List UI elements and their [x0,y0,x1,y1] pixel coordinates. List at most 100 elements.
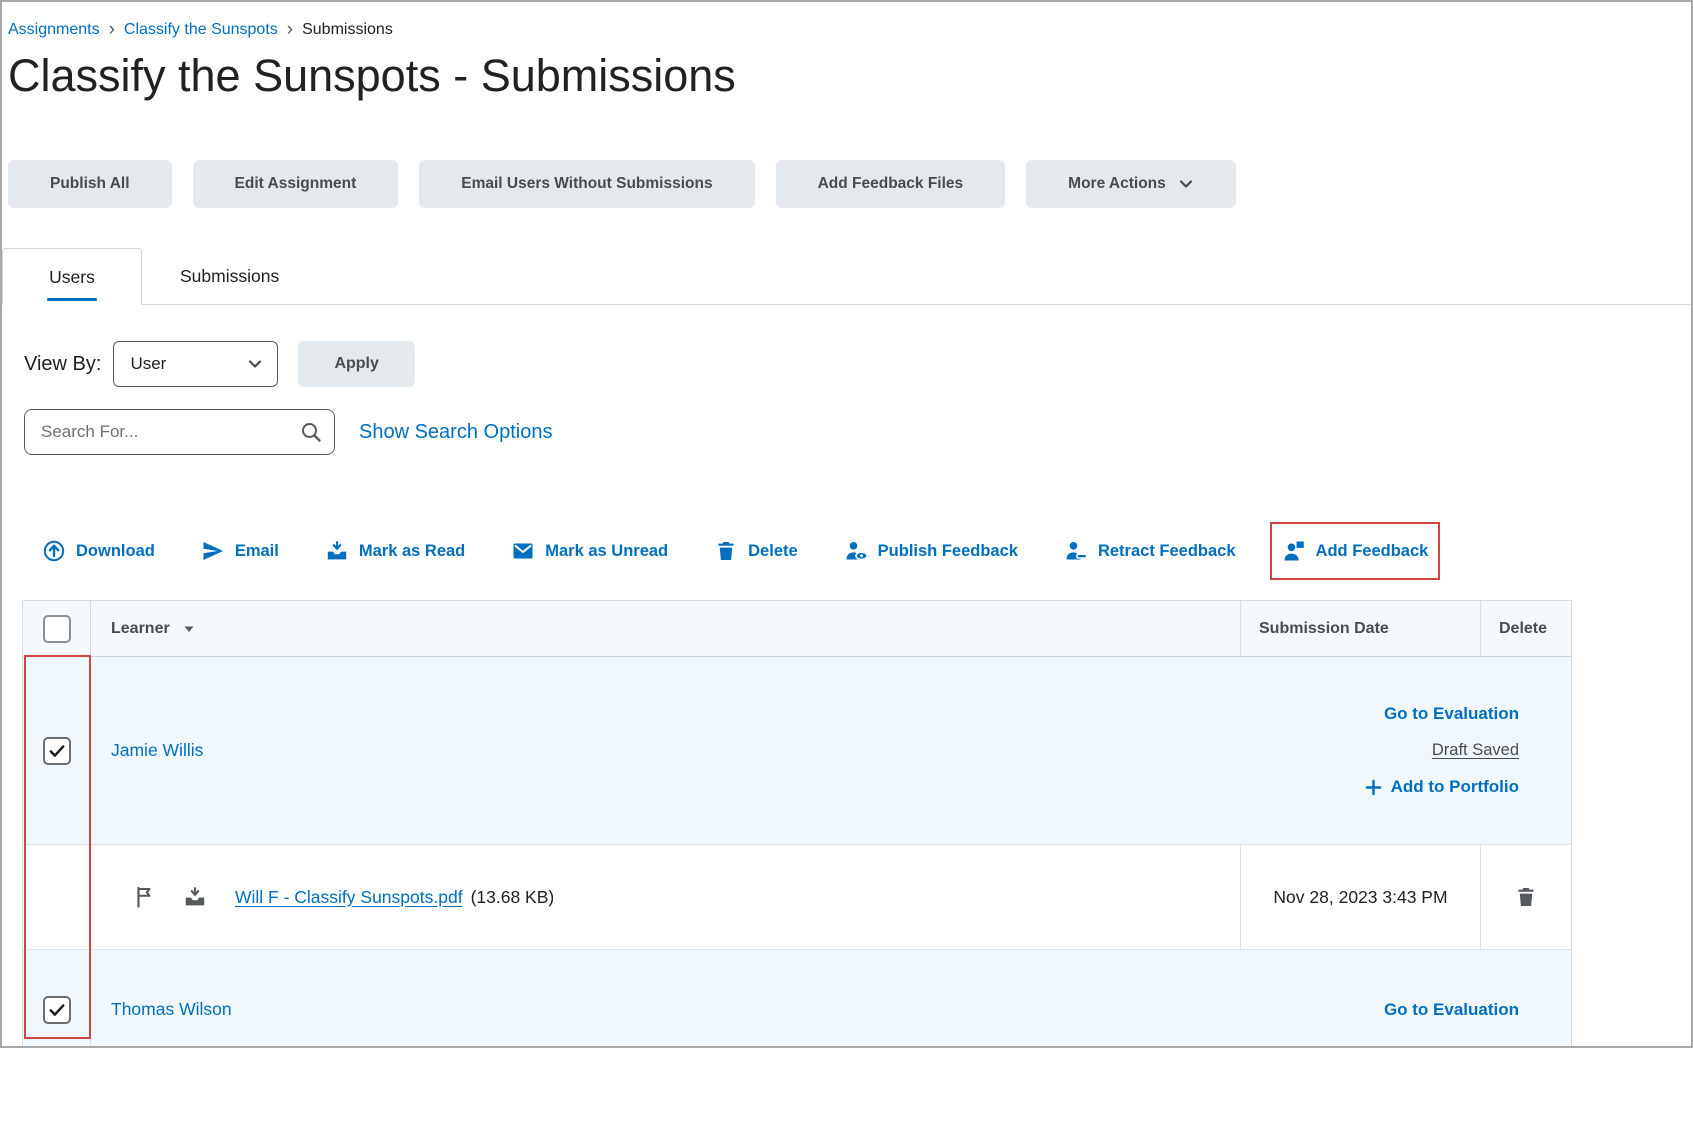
learner-column-header[interactable]: Learner [91,601,1241,656]
read-receipt-icon [183,885,207,909]
learner-name-cell: Thomas Wilson [91,950,1191,1048]
learner-header-label: Learner [111,620,170,638]
breadcrumb-separator-icon: › [287,20,293,39]
publish-all-button[interactable]: Publish All [8,160,172,208]
publish-feedback-label: Publish Feedback [878,542,1018,561]
publish-feedback-icon [844,539,868,563]
retract-feedback-button[interactable]: Retract Feedback [1064,539,1236,563]
add-feedback-button[interactable]: Add Feedback [1282,539,1429,563]
mark-as-unread-label: Mark as Unread [545,542,668,561]
breadcrumb-current-page: Submissions [302,21,393,39]
retract-feedback-icon [1064,539,1088,563]
view-by-row: View By: User Apply [24,341,1691,387]
mark-unread-icon [511,539,535,563]
tab-divider-line [2,304,1691,305]
submissions-table: Learner Submission Date Delete Jamie Wil… [22,600,1572,1048]
file-size-label: (13.68 KB) [471,887,555,908]
row-actions-cell: Go to Evaluation Draft Saved Add to Port… [1191,657,1571,844]
email-label: Email [235,542,279,561]
mark-read-icon [325,539,349,563]
action-button-row: Publish All Edit Assignment Email Users … [8,160,1691,208]
tab-bar: Users Submissions [2,248,1691,305]
delete-column-header: Delete [1481,601,1571,656]
learner-link-jamie-willis[interactable]: Jamie Willis [111,740,203,761]
draft-saved-status[interactable]: Draft Saved [1432,741,1519,760]
add-feedback-label: Add Feedback [1316,542,1429,561]
chevron-down-icon [1178,176,1194,192]
delete-button[interactable]: Delete [714,539,798,563]
app-window: Assignments › Classify the Sunspots › Su… [0,0,1693,1048]
row-checkbox-jamie-willis[interactable] [43,737,71,765]
edit-assignment-button[interactable]: Edit Assignment [193,160,399,208]
add-to-portfolio-link[interactable]: Add to Portfolio [1365,777,1519,797]
select-all-cell [23,601,91,656]
row-select-cell [23,657,91,844]
more-actions-label: More Actions [1068,175,1166,193]
email-users-without-submissions-button[interactable]: Email Users Without Submissions [419,160,754,208]
submission-date-header-label: Submission Date [1259,620,1389,638]
mark-as-read-label: Mark as Read [359,542,465,561]
more-actions-button[interactable]: More Actions [1026,160,1236,208]
submission-file-link[interactable]: Will F - Classify Sunspots.pdf [235,887,463,908]
download-button[interactable]: Download [42,539,155,563]
row-checkbox-thomas-wilson[interactable] [43,996,71,1024]
table-header-row: Learner Submission Date Delete [23,601,1571,657]
add-feedback-files-button[interactable]: Add Feedback Files [776,160,1006,208]
apply-button[interactable]: Apply [298,341,414,387]
tab-users[interactable]: Users [2,248,142,305]
view-by-select[interactable]: User [113,341,278,387]
tab-users-label: Users [49,267,95,288]
select-all-checkbox[interactable] [43,615,71,643]
table-row-thomas-wilson: Thomas Wilson Go to Evaluation [23,950,1571,1048]
learner-link-thomas-wilson[interactable]: Thomas Wilson [111,999,232,1020]
email-button[interactable]: Email [201,539,279,563]
search-row: Show Search Options [24,409,1691,455]
trash-icon [714,539,738,563]
breadcrumb-separator-icon: › [109,20,115,39]
page-title: Classify the Sunspots - Submissions [8,49,1691,102]
checkmark-icon [47,1000,67,1020]
submission-date-cell: Nov 28, 2023 3:43 PM [1241,845,1481,949]
publish-feedback-button[interactable]: Publish Feedback [844,539,1018,563]
chevron-down-icon [247,356,263,372]
learner-name-cell: Jamie Willis [91,657,1191,844]
add-to-portfolio-label: Add to Portfolio [1391,777,1519,797]
checkmark-icon [47,741,67,761]
row-select-cell [23,950,91,1048]
delete-header-label: Delete [1499,620,1547,638]
show-search-options-link[interactable]: Show Search Options [359,421,552,444]
delete-submission-cell [1481,845,1571,949]
search-icon[interactable] [300,421,322,443]
send-email-icon [201,539,225,563]
view-by-selected-value: User [130,354,166,374]
mark-as-unread-button[interactable]: Mark as Unread [511,539,668,563]
view-by-label: View By: [24,353,101,376]
breadcrumb: Assignments › Classify the Sunspots › Su… [8,20,1691,39]
add-feedback-icon [1282,539,1306,563]
tab-submissions-label: Submissions [180,266,279,287]
submission-file-cell: Will F - Classify Sunspots.pdf (13.68 KB… [91,845,1241,949]
download-label: Download [76,542,155,561]
go-to-evaluation-link-jamie-willis[interactable]: Go to Evaluation [1384,704,1519,724]
file-name-group: Will F - Classify Sunspots.pdf (13.68 KB… [235,887,554,908]
go-to-evaluation-link-thomas-wilson[interactable]: Go to Evaluation [1384,1000,1519,1020]
flag-icon[interactable] [133,885,155,909]
breadcrumb-link-classify-the-sunspots[interactable]: Classify the Sunspots [124,21,278,39]
submission-date-value: Nov 28, 2023 3:43 PM [1273,883,1447,911]
row-actions-cell: Go to Evaluation [1191,950,1571,1048]
breadcrumb-link-assignments[interactable]: Assignments [8,21,100,39]
table-row-jamie-willis: Jamie Willis Go to Evaluation Draft Save… [23,657,1571,845]
download-icon [42,539,66,563]
mark-as-read-button[interactable]: Mark as Read [325,539,465,563]
table-row-submission-file: Will F - Classify Sunspots.pdf (13.68 KB… [23,845,1571,950]
search-box [24,409,335,455]
delete-submission-icon[interactable] [1514,885,1538,909]
plus-icon [1365,779,1382,796]
delete-label: Delete [748,542,798,561]
tab-submissions[interactable]: Submissions [142,248,279,305]
submission-date-column-header: Submission Date [1241,601,1481,656]
search-input[interactable] [41,422,300,442]
sort-dropdown-icon [183,623,195,635]
submissions-toolbar: Download Email Mark as Read Mark as Unre… [42,539,1691,563]
retract-feedback-label: Retract Feedback [1098,542,1236,561]
